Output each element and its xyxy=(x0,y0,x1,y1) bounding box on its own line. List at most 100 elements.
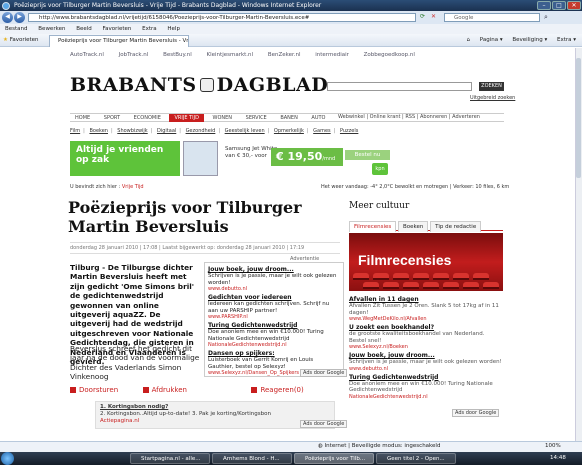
ad-url[interactable]: www.Selexyz.nl/Boeken xyxy=(349,344,503,350)
breadcrumb-link[interactable]: Vrije Tijd xyxy=(122,184,144,190)
nav-auto[interactable]: AUTO xyxy=(306,114,330,122)
subnav-film[interactable]: Film xyxy=(70,128,80,134)
partner-link[interactable]: Zobbegoedkoop.nl xyxy=(364,52,415,58)
tab-tip-de-redactie[interactable]: Tip de redactie xyxy=(430,221,482,232)
subnav-showbizwijk[interactable]: Showbizwijk xyxy=(117,128,147,134)
taskbar-item[interactable]: Startpagina.nl - alle... xyxy=(130,453,210,464)
home-icon[interactable]: ⌂ xyxy=(467,37,471,43)
subnav-puzzels[interactable]: Puzzels xyxy=(340,128,358,134)
bottom-ad[interactable]: 1. Kortingsbon nodig? 2. Kortingsbon..Al… xyxy=(95,401,335,429)
security-menu[interactable]: Beveiliging ▾ xyxy=(512,37,547,43)
ads-by-google[interactable]: Ads door Google xyxy=(300,369,348,377)
partner-link[interactable]: AutoTrack.nl xyxy=(70,52,104,58)
ad-url[interactable]: www.WegMetDeKilo.nl/Afvallen xyxy=(349,316,503,322)
scrollbar-thumb[interactable] xyxy=(576,58,581,178)
close-button[interactable]: ✕ xyxy=(567,1,581,10)
banner-ad-slogan[interactable]: Altijd je vrienden op zak xyxy=(70,141,180,176)
ad-url[interactable]: NationaleGedichtenwedstrijd.nl xyxy=(208,342,340,348)
taskbar-item[interactable]: Arnhems Blond - H... xyxy=(212,453,292,464)
tools-menu[interactable]: Extra ▾ xyxy=(557,37,576,43)
taskbar-item-active[interactable]: Poëzieprijs voor Tilb... xyxy=(294,453,374,464)
advanced-search-link[interactable]: Uitgebreid zoeken xyxy=(470,95,515,101)
ad-url[interactable]: NationaleGedichtenwedstrijd.nl xyxy=(349,394,503,400)
minimize-button[interactable]: – xyxy=(537,1,551,10)
ad-item[interactable]: Jouw boek, jouw droom... Schrijven is je… xyxy=(208,266,340,292)
search-icon[interactable]: ⌕ xyxy=(544,13,548,22)
menu-view[interactable]: Beeld xyxy=(76,26,92,32)
ads-by-google[interactable]: Ads door Google xyxy=(300,420,348,428)
search-button[interactable]: ZOEKEN xyxy=(479,82,504,91)
nav-vrije-tijd[interactable]: VRIJE TIJD xyxy=(169,114,204,122)
weather-traffic[interactable]: Het weer vandaag: -4° 2,0°C bewolkt en m… xyxy=(321,184,509,190)
menu-file[interactable]: Bestand xyxy=(5,26,28,32)
partner-link[interactable]: Kleintjesmarkt.nl xyxy=(207,52,254,58)
ad-desc: Schrijven is je passie, maar je wilt ook… xyxy=(349,359,502,365)
refresh-icon[interactable]: ⟳ xyxy=(420,13,425,20)
menu-edit[interactable]: Bewerken xyxy=(38,26,65,32)
subnav-digitaal[interactable]: Digitaal xyxy=(157,128,176,134)
zoom-level[interactable]: 100% xyxy=(545,441,561,451)
nav-home[interactable]: HOME xyxy=(70,114,95,122)
stop-icon[interactable]: ✕ xyxy=(431,13,436,20)
partner-link[interactable]: intermediair xyxy=(315,52,349,58)
ad-item[interactable]: Turing Gedichtenwedstrijd Doe anoniem me… xyxy=(208,322,340,348)
ad-item[interactable]: U zoekt een boekhandel? de grootste kwal… xyxy=(349,324,503,350)
service-links[interactable]: Webwinkel | Online krant | RSS | Abonner… xyxy=(338,114,480,120)
nav-banen[interactable]: BANEN xyxy=(275,114,303,122)
subnav-opmerkelijk[interactable]: Opmerkelijk xyxy=(274,128,304,134)
print-link[interactable]: Afdrukken xyxy=(152,386,187,394)
site-search-input[interactable] xyxy=(327,82,472,91)
back-icon[interactable]: ◀ xyxy=(2,12,13,23)
ad-item[interactable]: Turing Gedichtenwedstrijd Doe anoniem me… xyxy=(349,374,503,400)
subnav-boeken[interactable]: Boeken xyxy=(89,128,108,134)
menu-help[interactable]: Help xyxy=(167,26,180,32)
ad-title[interactable]: Turing Gedichtenwedstrijd xyxy=(208,322,340,329)
ad-title[interactable]: Turing Gedichtenwedstrijd xyxy=(349,374,503,381)
ad-item[interactable]: Jouw boek, jouw droom... Schrijven is je… xyxy=(349,352,503,372)
menu-tools[interactable]: Extra xyxy=(142,26,157,32)
forward-link[interactable]: Doorsturen xyxy=(79,386,118,394)
ad-title[interactable]: U zoekt een boekhandel? xyxy=(349,324,503,331)
comments-link[interactable]: Reageren(0) xyxy=(260,386,303,394)
nav-wonen[interactable]: WONEN xyxy=(208,114,238,122)
nav-economie[interactable]: ECONOMIE xyxy=(129,114,166,122)
tab-boeken[interactable]: Boeken xyxy=(398,221,429,232)
ad-title[interactable]: Afvallen in 11 dagen xyxy=(349,296,503,303)
nav-sport[interactable]: SPORT xyxy=(99,114,125,122)
ad-url[interactable]: www.PARSHIP.nl xyxy=(208,314,340,320)
search-input[interactable]: Google xyxy=(444,13,540,22)
browser-tab[interactable]: Poëzieprijs voor Tilburger Martin Bevers… xyxy=(49,35,189,47)
forward-icon[interactable]: ▶ xyxy=(14,12,25,23)
phone-image[interactable] xyxy=(183,141,218,176)
ad-title[interactable]: Jouw boek, jouw droom... xyxy=(349,352,503,359)
start-button[interactable] xyxy=(1,452,14,465)
partner-link[interactable]: BenZeker.nl xyxy=(268,52,301,58)
banner-product: Samsung Jet White xyxy=(225,146,278,152)
bottom-ad-url[interactable]: Actiepagina.nl xyxy=(100,418,330,425)
ad-item[interactable]: Afvallen in 11 dagen Afvallen Zit Tussen… xyxy=(349,296,503,322)
ad-title[interactable]: Gedichten voor iedereen xyxy=(208,294,340,301)
subnav-games[interactable]: Games xyxy=(313,128,331,134)
ad-title[interactable]: Jouw boek, jouw droom... xyxy=(208,266,340,273)
partner-link[interactable]: BestBuy.nl xyxy=(163,52,192,58)
subnav-geestelijk-leven[interactable]: Geestelijk leven xyxy=(225,128,265,134)
ad-title[interactable]: Dansen op spijkers: xyxy=(208,350,340,357)
maximize-button[interactable]: □ xyxy=(552,1,566,10)
ads-by-google[interactable]: Ads door Google xyxy=(452,409,500,417)
partner-link[interactable]: JobTrack.nl xyxy=(119,52,149,58)
ad-url[interactable]: www.debutto.nl xyxy=(349,366,503,372)
site-logo[interactable]: BRABANTS DAGBLAD xyxy=(70,74,328,96)
nav-service[interactable]: SERVICE xyxy=(241,114,272,122)
ad-item[interactable]: Gedichten voor iedereen Iedereen kan ged… xyxy=(208,294,340,320)
ad-url[interactable]: www.debutto.nl xyxy=(208,286,340,292)
subnav-gezondheid[interactable]: Gezondheid xyxy=(186,128,216,134)
menu-favorites[interactable]: Favorieten xyxy=(103,26,132,32)
page-menu[interactable]: Pagina ▾ xyxy=(480,37,503,43)
security-zone[interactable]: ◍ Internet | Beveiligde modus: ingeschak… xyxy=(318,441,440,451)
bottom-ad-title[interactable]: 1. Kortingsbon nodig? xyxy=(100,404,330,411)
order-now-button[interactable]: Bestel nu xyxy=(345,150,390,160)
tab-filmrecensies[interactable]: Filmrecensies xyxy=(349,221,397,232)
taskbar-item[interactable]: Geen titel 2 - Open... xyxy=(376,453,456,464)
favorites-button[interactable]: ★ Favorieten xyxy=(3,36,39,45)
address-bar[interactable]: http://www.brabantsdagblad.nl/vrijetijd/… xyxy=(28,13,416,22)
